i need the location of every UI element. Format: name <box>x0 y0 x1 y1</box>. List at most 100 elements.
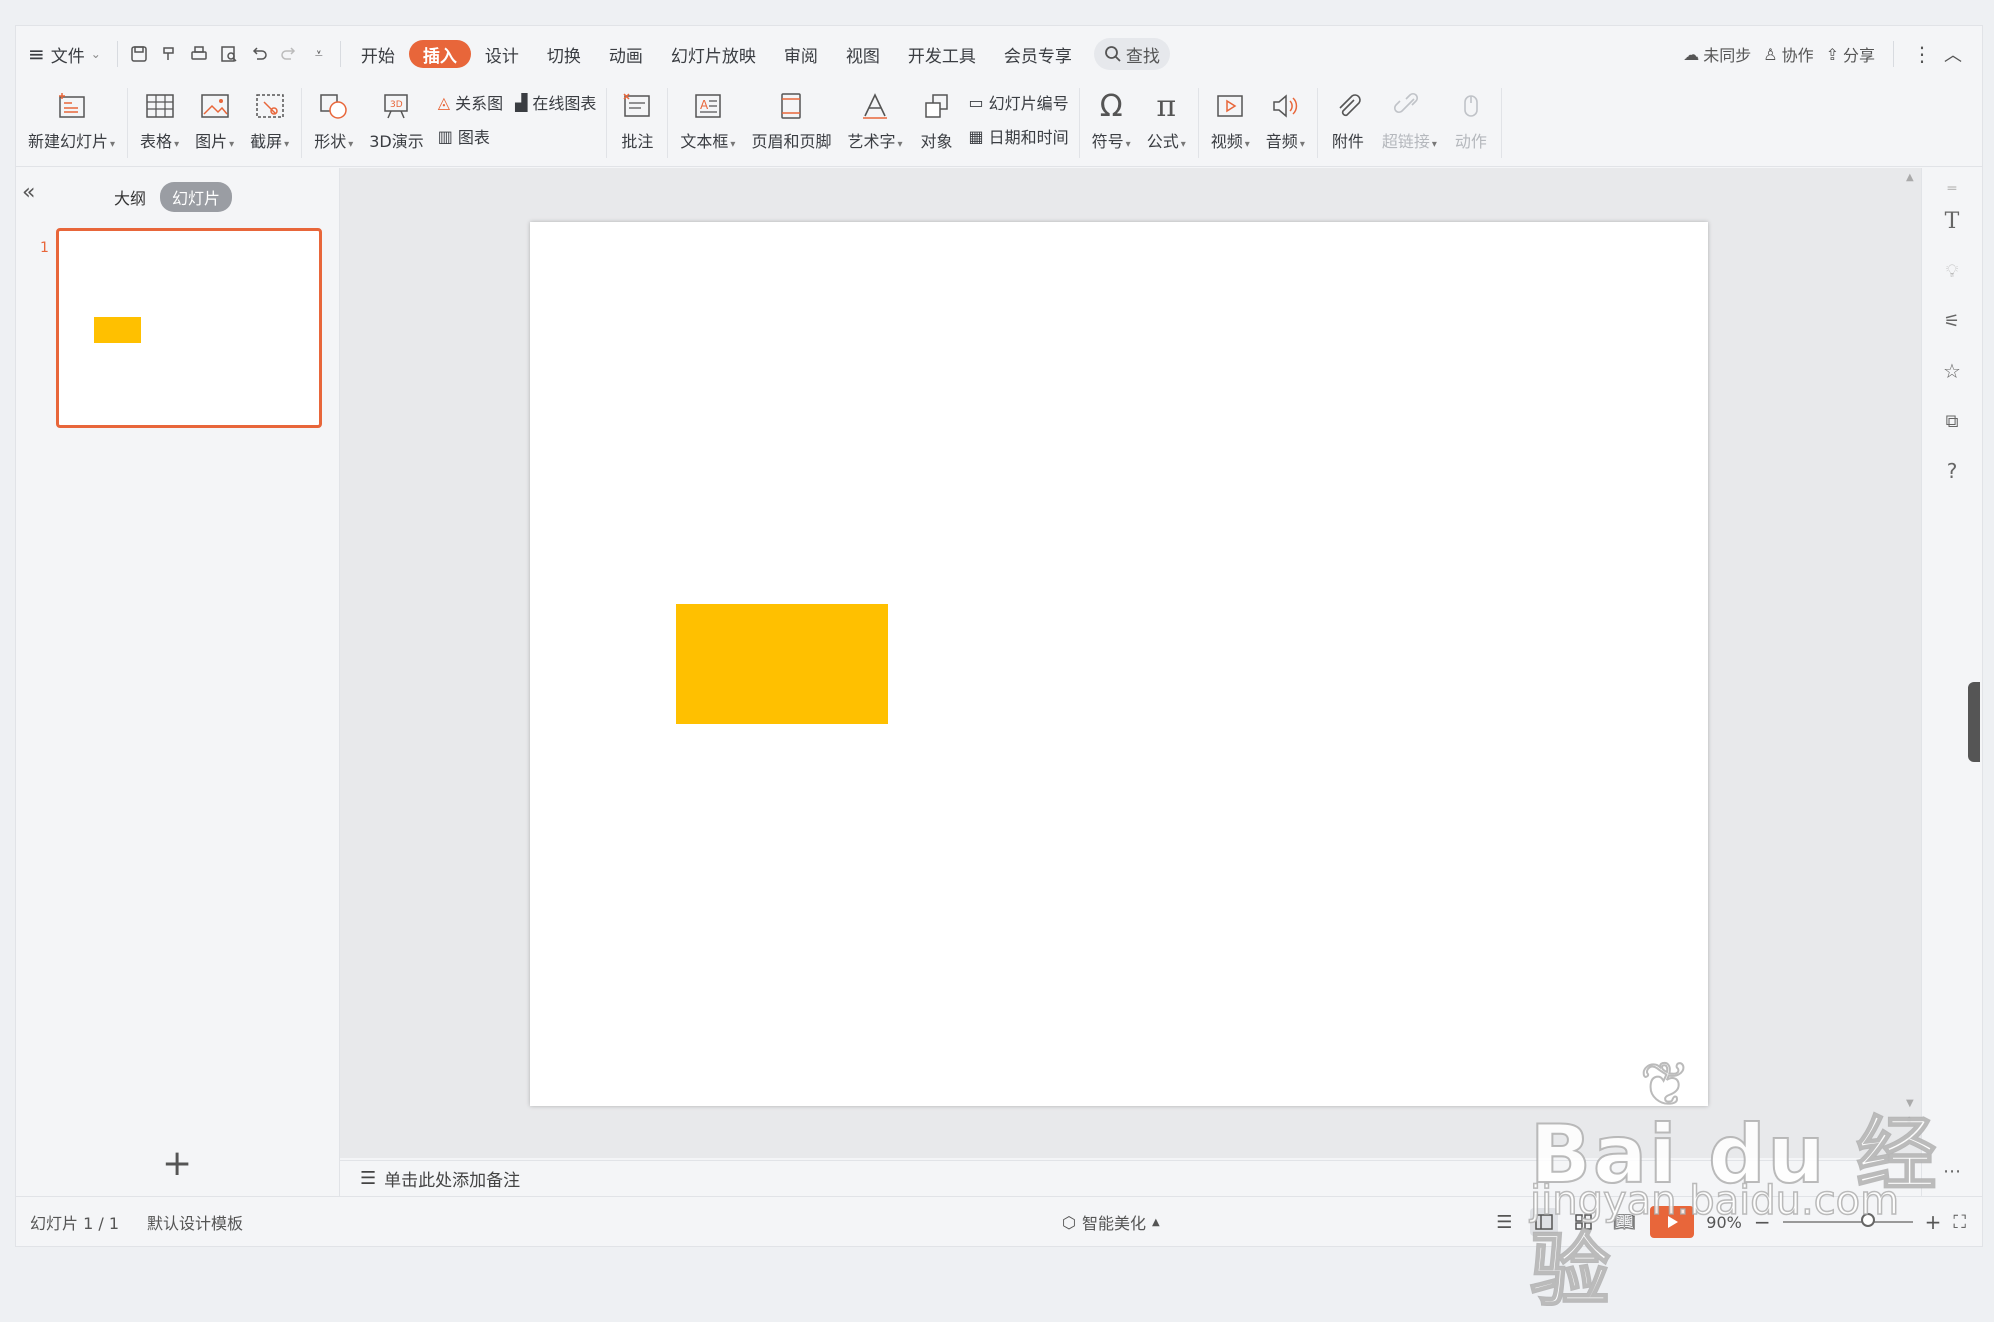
notes-view-icon[interactable]: ☰ <box>1490 1208 1518 1236</box>
attachment-button[interactable]: 附件 <box>1322 82 1374 158</box>
search-box[interactable]: 查找 <box>1093 38 1170 70</box>
adjust-sliders-icon[interactable]: ⚟ <box>1939 308 1965 334</box>
tab-slides[interactable]: 幻灯片 <box>160 182 233 212</box>
notes-icon: ☰ <box>360 1168 377 1189</box>
screenshot-button[interactable]: 截屏 <box>242 82 297 158</box>
tab-outline[interactable]: 大纲 <box>114 185 146 209</box>
scroll-up-icon[interactable]: ▲ <box>1906 172 1914 183</box>
picture-label: 图片 <box>195 128 234 152</box>
customize-toolbar-icon[interactable]: ⩡ <box>304 39 334 69</box>
hyperlink-button[interactable]: 超链接 <box>1374 82 1445 158</box>
lightbulb-icon[interactable]: 💡︎ <box>1939 258 1965 284</box>
tab-developer[interactable]: 开发工具 <box>894 38 990 70</box>
divider <box>606 88 608 158</box>
hyperlink-label: 超链接 <box>1382 128 1437 152</box>
zoom-out-icon[interactable]: − <box>1754 1210 1771 1234</box>
wordart-button[interactable]: 艺术字 <box>839 82 910 158</box>
online-chart-icon: ▟ <box>515 92 528 112</box>
print-preview-icon[interactable] <box>214 39 244 69</box>
formula-button[interactable]: π 公式 <box>1139 82 1194 158</box>
relation-chart-button[interactable]: ◬ 关系图 <box>438 88 503 116</box>
share-button[interactable]: ⇪ 分享 <box>1826 42 1875 66</box>
scroll-down-icon[interactable]: ▼ <box>1906 1098 1914 1109</box>
drag-handle-icon[interactable]: ═ <box>1939 176 1965 202</box>
header-footer-button[interactable]: 页眉和页脚 <box>743 82 839 158</box>
normal-view-icon[interactable] <box>1530 1208 1559 1236</box>
demo3d-button[interactable]: 3D 3D演示 <box>361 82 432 158</box>
zoom-slider-thumb[interactable] <box>1860 1213 1875 1227</box>
tab-design[interactable]: 设计 <box>471 38 533 70</box>
tab-member[interactable]: 会员专享 <box>990 38 1086 70</box>
shape-button[interactable]: 形状 <box>306 82 361 158</box>
slide-panel: « 大纲 幻灯片 1 + <box>16 168 340 1196</box>
tab-slideshow[interactable]: 幻灯片放映 <box>657 38 770 70</box>
slide-number-button[interactable]: ▭ 幻灯片编号 <box>969 88 1069 116</box>
prev-slide-icon[interactable]: ⇞ <box>1905 1116 1913 1127</box>
bar-chart-icon: ▥ <box>437 126 453 146</box>
video-icon <box>1212 88 1248 124</box>
tab-transitions[interactable]: 切换 <box>533 38 595 70</box>
calendar-icon: ▦ <box>968 126 984 146</box>
user-add-icon: ♙ <box>1763 44 1778 64</box>
object-button[interactable]: 对象 <box>911 82 963 158</box>
more-options-icon[interactable]: ⋮ <box>1912 42 1932 66</box>
fit-window-icon[interactable]: ⛶ <box>1953 1212 1966 1233</box>
side-panel-handle[interactable] <box>1968 682 1980 762</box>
slide-thumbnail[interactable] <box>56 228 322 428</box>
file-menu-label: 文件 <box>50 46 85 67</box>
tab-animations[interactable]: 动画 <box>595 38 657 70</box>
app-window: ≡ 文件 ⌄ ⩡ 开始 插入 设计 切换 动画 幻灯片放映 审阅 视图 开发工具… <box>15 25 1983 1247</box>
audio-button[interactable]: 音频 <box>1258 82 1313 158</box>
picture-button[interactable]: 图片 <box>187 82 242 158</box>
star-icon[interactable]: ☆ <box>1939 358 1965 384</box>
new-slide-button[interactable]: 新建幻灯片 <box>16 82 123 158</box>
collapse-ribbon-icon[interactable]: ︿ <box>1944 41 1962 67</box>
slide-canvas[interactable] <box>530 222 1708 1106</box>
pi-icon: π <box>1156 88 1177 124</box>
add-slide-icon[interactable]: + <box>162 1146 192 1182</box>
yellow-rectangle-shape[interactable] <box>676 604 888 724</box>
tab-home[interactable]: 开始 <box>347 38 409 70</box>
file-menu[interactable]: ≡ 文件 ⌄ <box>18 38 111 70</box>
tab-review[interactable]: 审阅 <box>770 38 832 70</box>
video-button[interactable]: 视频 <box>1203 82 1258 158</box>
tab-view[interactable]: 视图 <box>832 38 894 70</box>
grid-view-icon[interactable] <box>1570 1208 1598 1236</box>
redo-icon[interactable] <box>274 39 304 69</box>
play-slideshow-button[interactable] <box>1650 1206 1695 1238</box>
cloud-icon: ☁ <box>1683 44 1700 64</box>
chart-button[interactable]: ▥ 图表 <box>438 122 597 150</box>
divider <box>339 41 341 67</box>
slide-switch-icon[interactable]: ⧉ <box>1939 408 1965 434</box>
zoom-level[interactable]: 90% <box>1706 1213 1742 1232</box>
text-format-icon[interactable]: T <box>1939 208 1965 234</box>
next-slide-icon[interactable]: ⇟ <box>1905 1134 1913 1145</box>
table-button[interactable]: 表格 <box>132 82 187 158</box>
smart-beautify-button[interactable]: ⬡ 智能美化 ▲ <box>1062 1210 1160 1234</box>
collapse-panel-icon[interactable]: « <box>22 180 35 205</box>
sync-button[interactable]: ☁ 未同步 <box>1683 42 1751 66</box>
design-template[interactable]: 默认设计模板 <box>147 1210 243 1234</box>
online-chart-button[interactable]: ▟ 在线图表 <box>515 88 596 116</box>
zoom-slider[interactable] <box>1782 1213 1913 1227</box>
tab-insert[interactable]: 插入 <box>408 40 471 68</box>
more-icon[interactable]: ⋯ <box>1939 1158 1965 1184</box>
divider <box>127 88 129 158</box>
reading-view-icon[interactable]: 📖︎ <box>1610 1208 1638 1236</box>
datetime-button[interactable]: ▦ 日期和时间 <box>969 122 1069 150</box>
action-button[interactable]: 动作 <box>1445 82 1497 158</box>
collab-button[interactable]: ♙ 协作 <box>1763 42 1813 66</box>
notes-bar[interactable]: ☰ 单击此处添加备注 <box>340 1160 1930 1196</box>
smart-beautify-label: 智能美化 <box>1081 1214 1146 1233</box>
symbol-button[interactable]: Ω 符号 <box>1084 82 1139 158</box>
chevron-down-icon: ⌄ <box>90 47 101 61</box>
print-icon[interactable] <box>184 39 214 69</box>
help-icon[interactable]: ? <box>1939 458 1965 484</box>
format-painter-icon[interactable] <box>154 39 184 69</box>
zoom-in-icon[interactable]: + <box>1925 1210 1942 1234</box>
undo-icon[interactable] <box>244 39 274 69</box>
save-icon[interactable] <box>124 39 154 69</box>
wordart-icon <box>857 88 893 124</box>
textbox-button[interactable]: A 文本框 <box>672 82 743 158</box>
comment-button[interactable]: 批注 <box>611 82 663 158</box>
